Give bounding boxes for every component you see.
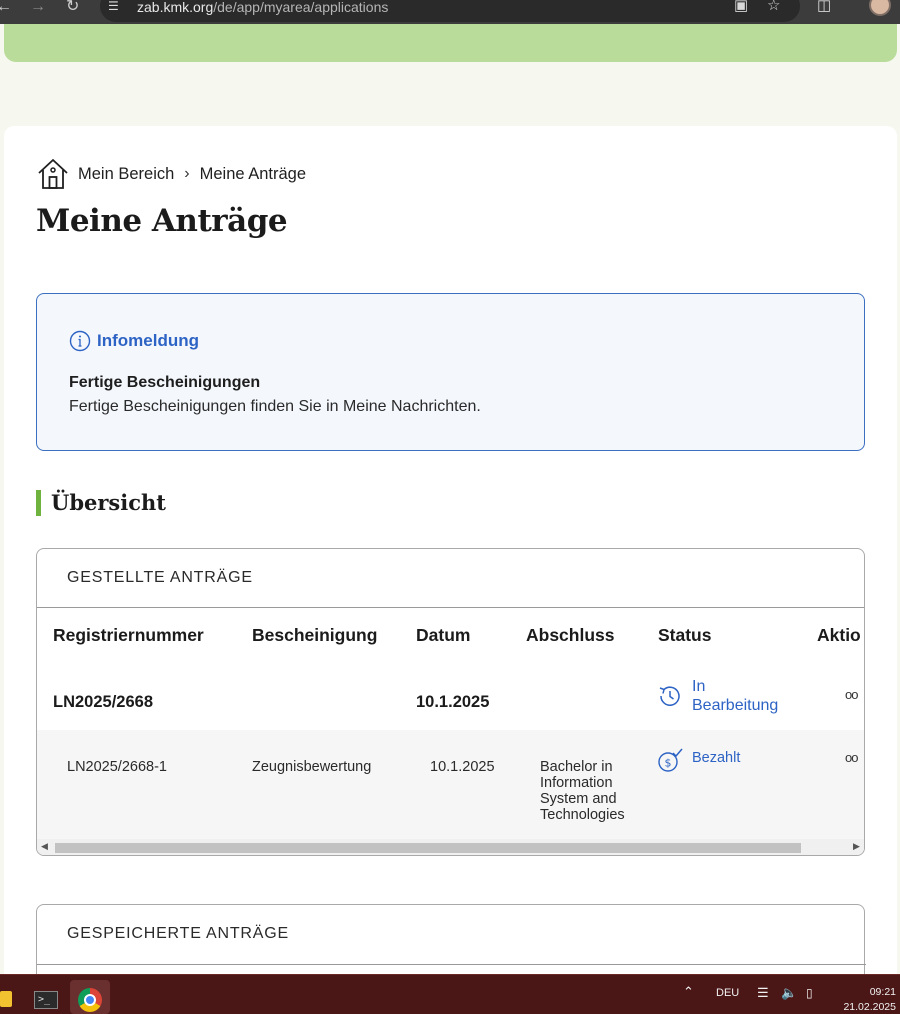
page-title: Meine Anträge <box>36 203 288 239</box>
column-header-degree[interactable]: Abschluss <box>526 625 615 646</box>
section-accent-bar <box>36 490 41 516</box>
scrollbar-thumb[interactable] <box>55 843 801 853</box>
chevron-right-icon: › <box>184 165 190 182</box>
clock-history-icon <box>659 686 680 706</box>
column-header-date[interactable]: Datum <box>416 625 470 646</box>
reload-icon[interactable]: ↻ <box>66 0 79 15</box>
breadcrumb-item-my-area[interactable]: Mein Bereich <box>78 165 174 184</box>
column-header-status[interactable]: Status <box>658 625 711 646</box>
main-row-date: 10.1.2025 <box>416 693 490 711</box>
paid-coin-icon: $ <box>658 748 683 772</box>
forward-arrow-icon[interactable]: → <box>30 0 46 15</box>
os-taskbar: >_ ⌃ DEU ☰ 🔈 ▯ 09:21 21.02.2025 <box>0 974 900 1014</box>
divider <box>37 964 866 965</box>
sub-row-registration: LN2025/2668-1 <box>67 759 167 775</box>
table-row <box>37 730 864 840</box>
info-text: Fertige Bescheinigungen finden Sie in Me… <box>69 398 481 415</box>
sub-row-status: Bezahlt <box>692 750 741 766</box>
profile-avatar[interactable] <box>869 0 891 16</box>
bookmark-star-icon[interactable]: ☆ <box>767 0 780 14</box>
browser-toolbar: ← → ↻ ☰ zab.kmk.org/de/app/myarea/applic… <box>0 0 900 24</box>
chevron-up-icon[interactable]: ⌃ <box>683 984 694 1000</box>
info-title: Fertige Bescheinigungen <box>69 374 261 391</box>
breadcrumb-item-my-applications: Meine Anträge <box>199 164 307 183</box>
chrome-icon[interactable] <box>78 988 102 1012</box>
info-icon <box>69 330 91 352</box>
main-row-registration: LN2025/2668 <box>53 693 153 711</box>
divider <box>37 607 864 608</box>
sub-row-date: 10.1.2025 <box>430 759 495 775</box>
svg-text:$: $ <box>665 757 672 770</box>
main-row-status-line2: Bearbeitung <box>692 697 779 714</box>
battery-icon[interactable]: ▯ <box>806 986 813 1000</box>
column-header-registration[interactable]: Registriernummer <box>53 625 204 646</box>
translate-icon[interactable]: ▣ <box>734 0 748 14</box>
info-heading-label: Infomeldung <box>97 331 199 350</box>
column-header-certificate[interactable]: Bescheinigung <box>252 625 377 646</box>
column-header-actions[interactable]: Aktio <box>817 625 861 646</box>
extensions-icon[interactable]: ◫ <box>817 0 831 14</box>
speaker-icon[interactable]: 🔈 <box>781 985 797 1001</box>
submitted-applications-card: GESTELLTE ANTRÄGE Registriernummer Besch… <box>36 548 865 856</box>
file-explorer-icon[interactable] <box>0 991 12 1007</box>
sub-row-certificate: Zeugnisbewertung <box>252 759 372 775</box>
main-row-actions-menu[interactable]: oo <box>845 687 859 702</box>
system-clock[interactable]: 09:21 21.02.2025 <box>843 985 896 1014</box>
home-icon[interactable] <box>36 157 70 191</box>
url-text[interactable]: zab.kmk.org/de/app/myarea/applications <box>137 0 388 15</box>
saved-applications-title: GESPEICHERTE ANTRÄGE <box>67 925 289 942</box>
sub-row-actions-menu[interactable]: oo <box>845 750 859 765</box>
back-arrow-icon[interactable]: ← <box>0 0 12 15</box>
scroll-left-icon[interactable]: ◀ <box>41 841 48 852</box>
sub-row-degree: Bachelor in Information System and Techn… <box>540 759 625 823</box>
breadcrumb: Mein Bereich › Meine Anträge <box>36 158 306 190</box>
horizontal-scrollbar[interactable]: ◀ ▶ <box>37 839 864 855</box>
terminal-icon[interactable]: >_ <box>34 991 58 1009</box>
language-indicator[interactable]: DEU <box>716 987 739 999</box>
info-message: Infomeldung Fertige Bescheinigungen Fert… <box>36 293 865 451</box>
section-title: Übersicht <box>51 490 166 515</box>
clock-date: 21.02.2025 <box>843 1001 896 1013</box>
submitted-applications-title: GESTELLTE ANTRÄGE <box>67 569 253 586</box>
scroll-right-icon[interactable]: ▶ <box>853 841 860 852</box>
info-heading: Infomeldung <box>69 330 199 352</box>
site-info-icon[interactable]: ☰ <box>108 0 124 12</box>
clock-time: 09:21 <box>869 986 896 998</box>
main-row-status-line1: In <box>692 678 706 695</box>
wifi-icon[interactable]: ☰ <box>757 985 769 1001</box>
top-banner <box>4 24 897 62</box>
